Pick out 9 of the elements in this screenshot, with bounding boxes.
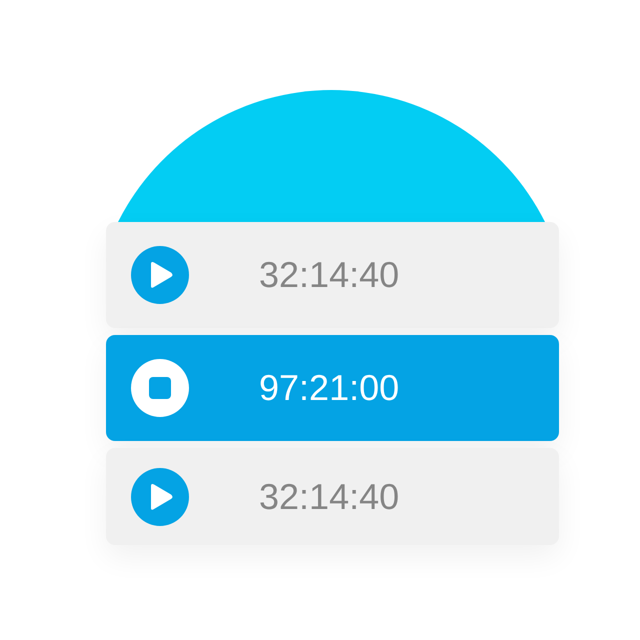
timer-time: 32:14:40	[259, 474, 400, 518]
play-icon[interactable]	[131, 468, 189, 526]
timer-row[interactable]: 97:21:00	[106, 335, 559, 441]
timer-row[interactable]: 32:14:40	[106, 448, 559, 545]
play-icon[interactable]	[131, 246, 189, 304]
timer-time: 97:21:00	[259, 366, 400, 410]
timer-time: 32:14:40	[259, 253, 400, 297]
stop-icon[interactable]	[131, 359, 189, 417]
timer-row[interactable]: 32:14:40	[106, 222, 559, 328]
